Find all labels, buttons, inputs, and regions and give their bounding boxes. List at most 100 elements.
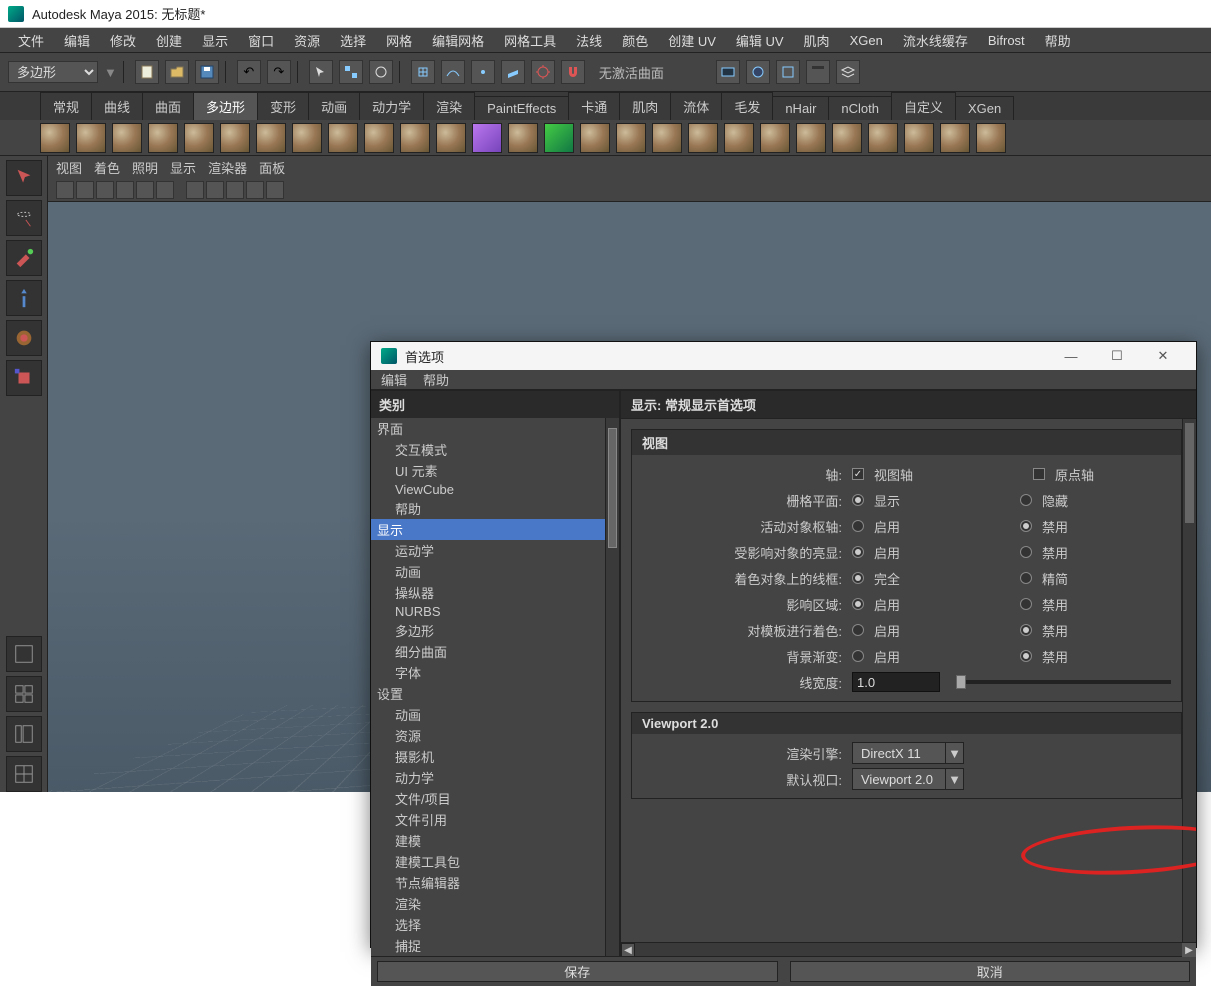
shelf-booleans-icon[interactable] (616, 123, 646, 153)
shelf-cylinder-icon[interactable] (112, 123, 142, 153)
shelf-combine-icon[interactable] (544, 123, 574, 153)
line-width-slider[interactable] (956, 680, 1171, 684)
category-item[interactable]: 建模工具包 (371, 851, 619, 872)
category-item[interactable]: 动力学 (371, 767, 619, 788)
maximize-icon[interactable]: ☐ (1094, 342, 1140, 370)
cancel-button[interactable]: 取消 (790, 961, 1191, 982)
shelf-bevel-icon[interactable] (760, 123, 790, 153)
snap-plane-icon[interactable] (501, 60, 525, 84)
category-item[interactable]: 摄影机 (371, 746, 619, 767)
tab-surfaces[interactable]: 曲面 (142, 92, 194, 120)
affect-off-radio[interactable] (1020, 546, 1032, 558)
vp-menu-shade[interactable]: 着色 (94, 158, 120, 177)
menu-display[interactable]: 显示 (192, 29, 238, 52)
tab-toon[interactable]: 卡通 (568, 92, 620, 120)
render-view-icon[interactable] (716, 60, 740, 84)
category-item[interactable]: 渲染 (371, 893, 619, 914)
region-on-radio[interactable] (852, 598, 864, 610)
tab-nhair[interactable]: nHair (772, 96, 829, 120)
tab-fluids[interactable]: 流体 (670, 92, 722, 120)
vp-menu-display[interactable]: 显示 (170, 158, 196, 177)
grid-show-radio[interactable] (852, 494, 864, 506)
tool-open-icon[interactable] (165, 60, 189, 84)
tab-deform[interactable]: 变形 (257, 92, 309, 120)
menu-window[interactable]: 窗口 (238, 29, 284, 52)
vp-menu-light[interactable]: 照明 (132, 158, 158, 177)
vp-mini-icon[interactable] (56, 181, 74, 199)
bg-off-radio[interactable] (1020, 650, 1032, 662)
tab-custom[interactable]: 自定义 (891, 92, 956, 120)
shelf-append-icon[interactable] (724, 123, 754, 153)
select-tool-icon[interactable] (6, 160, 42, 196)
shelf-extrude-icon[interactable] (652, 123, 682, 153)
slider-knob[interactable] (956, 675, 966, 689)
render-settings-icon[interactable] (806, 60, 830, 84)
region-off-radio[interactable] (1020, 598, 1032, 610)
menu-help[interactable]: 帮助 (1035, 29, 1081, 52)
view-axis-checkbox[interactable]: ✓ (852, 468, 864, 480)
paint-select-icon[interactable] (6, 240, 42, 276)
pivot-on-radio[interactable] (852, 520, 864, 532)
category-item[interactable]: 运动学 (371, 540, 619, 561)
vp-mini-icon[interactable] (156, 181, 174, 199)
bg-on-radio[interactable] (852, 650, 864, 662)
menu-edituv[interactable]: 编辑 UV (726, 29, 794, 52)
mode-selector[interactable]: 多边形 (8, 61, 98, 83)
layout-persp-icon[interactable] (6, 756, 42, 792)
move-tool-icon[interactable] (6, 280, 42, 316)
category-item[interactable]: 字体 (371, 662, 619, 683)
shelf-cube-icon[interactable] (76, 123, 106, 153)
shelf-multicut-icon[interactable] (904, 123, 934, 153)
render-icon[interactable] (746, 60, 770, 84)
dlg-menu-edit[interactable]: 编辑 (381, 370, 407, 389)
menu-color[interactable]: 颜色 (612, 29, 658, 52)
category-item[interactable]: 节点编辑器 (371, 872, 619, 893)
category-item[interactable]: 交互模式 (371, 439, 619, 460)
category-item[interactable]: 建模 (371, 830, 619, 851)
menu-pipeline[interactable]: 流水线缓存 (893, 29, 978, 52)
template-off-radio[interactable] (1020, 624, 1032, 636)
menu-editmesh[interactable]: 编辑网格 (422, 29, 494, 52)
vp-menu-view[interactable]: 视图 (56, 158, 82, 177)
menu-normals[interactable]: 法线 (566, 29, 612, 52)
shelf-platonic-icon[interactable] (436, 123, 466, 153)
shelf-plane-icon[interactable] (184, 123, 214, 153)
tab-muscle[interactable]: 肌肉 (619, 92, 671, 120)
snap-point-icon[interactable] (471, 60, 495, 84)
category-item[interactable]: 文件/项目 (371, 788, 619, 809)
layout-four-icon[interactable] (6, 676, 42, 712)
vp-mini-icon[interactable] (76, 181, 94, 199)
shelf-generic-icon[interactable] (508, 123, 538, 153)
layer-icon[interactable] (836, 60, 860, 84)
shelf-helix-icon[interactable] (364, 123, 394, 153)
dialog-titlebar[interactable]: 首选项 — ☐ ✕ (371, 342, 1196, 370)
vp-mini-icon[interactable] (136, 181, 154, 199)
horizontal-scrollbar[interactable]: ◀ ▶ (621, 942, 1196, 956)
tool-redo-icon[interactable]: ↷ (267, 60, 291, 84)
wire-reduced-radio[interactable] (1020, 572, 1032, 584)
tab-polygons[interactable]: 多边形 (193, 92, 258, 120)
shelf-soccer-icon[interactable] (400, 123, 430, 153)
tab-hair[interactable]: 毛发 (721, 92, 773, 120)
wire-full-radio[interactable] (852, 572, 864, 584)
scale-tool-icon[interactable] (6, 360, 42, 396)
default-viewport-dropdown[interactable]: Viewport 2.0 ▼ (852, 768, 964, 790)
sel-comp-icon[interactable] (339, 60, 363, 84)
category-scrollbar[interactable] (605, 418, 619, 956)
shelf-bridge-icon[interactable] (688, 123, 718, 153)
tab-pfx[interactable]: PaintEffects (474, 96, 569, 120)
vp-mini-icon[interactable] (186, 181, 204, 199)
menu-assets[interactable]: 资源 (284, 29, 330, 52)
menu-file[interactable]: 文件 (8, 29, 54, 52)
category-item[interactable]: 操纵器 (371, 582, 619, 603)
category-item[interactable]: 设置 (371, 683, 619, 704)
category-item[interactable]: ViewCube (371, 481, 619, 498)
menu-mesh[interactable]: 网格 (376, 29, 422, 52)
shelf-prism-icon[interactable] (256, 123, 286, 153)
scrollbar-thumb[interactable] (1185, 423, 1194, 523)
tab-ncloth[interactable]: nCloth (828, 96, 892, 120)
shelf-cone-icon[interactable] (148, 123, 178, 153)
tab-general[interactable]: 常规 (40, 92, 92, 120)
scroll-right-icon[interactable]: ▶ (1182, 943, 1196, 957)
grid-hide-radio[interactable] (1020, 494, 1032, 506)
